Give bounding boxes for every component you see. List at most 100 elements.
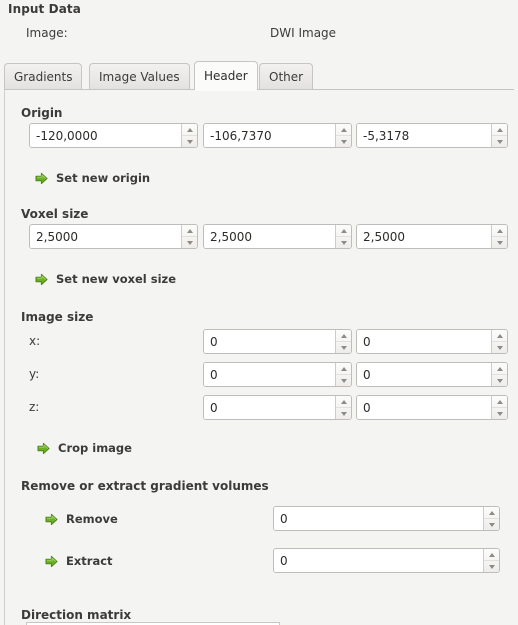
set-new-voxel-size-button[interactable]: Set new voxel size xyxy=(35,270,176,288)
set-new-origin-label: Set new origin xyxy=(56,171,151,185)
spin-down-icon[interactable] xyxy=(336,408,351,419)
spin-down-icon[interactable] xyxy=(492,342,507,353)
remove-gradient-spinbox[interactable]: 0 xyxy=(273,506,500,531)
tab-gradients[interactable]: Gradients xyxy=(4,63,83,89)
origin-y-spinbox[interactable]: -106,7370 xyxy=(203,123,352,148)
image-size-x-from-spinbox[interactable]: 0 xyxy=(203,329,352,354)
origin-y-spin-buttons[interactable] xyxy=(335,124,351,147)
spin-up-icon[interactable] xyxy=(492,225,507,237)
remove-gradient-spin-buttons[interactable] xyxy=(483,507,499,530)
image-size-z-from-value[interactable]: 0 xyxy=(204,396,335,419)
spin-down-icon[interactable] xyxy=(492,375,507,386)
header-tab-panel: Origin -120,0000 -106,7370 -5,3178 Set n… xyxy=(4,89,514,625)
spin-up-icon[interactable] xyxy=(336,124,351,136)
image-size-z-to-spinbox[interactable]: 0 xyxy=(356,395,508,420)
image-size-z-to-spin-buttons[interactable] xyxy=(491,396,507,419)
spin-up-icon[interactable] xyxy=(182,225,197,237)
spin-up-icon[interactable] xyxy=(484,507,499,519)
spin-down-icon[interactable] xyxy=(336,375,351,386)
tab-underline xyxy=(4,89,514,90)
tab-other[interactable]: Other xyxy=(259,63,314,89)
spin-up-icon[interactable] xyxy=(336,396,351,408)
spin-down-icon[interactable] xyxy=(492,408,507,419)
spin-up-icon[interactable] xyxy=(182,124,197,136)
origin-z-spinbox[interactable]: -5,3178 xyxy=(356,123,508,148)
remove-gradient-button[interactable]: Remove xyxy=(45,510,118,528)
crop-image-button[interactable]: Crop image xyxy=(37,439,132,457)
gradient-volumes-group-title: Remove or extract gradient volumes xyxy=(21,479,269,493)
tab-label: Header xyxy=(204,69,248,83)
voxel-size-x-spinbox[interactable]: 2,5000 xyxy=(29,224,198,249)
origin-z-value[interactable]: -5,3178 xyxy=(357,124,491,147)
arrow-right-green-icon xyxy=(35,172,48,184)
spin-up-icon[interactable] xyxy=(336,363,351,375)
tab-header[interactable]: Header xyxy=(194,61,258,91)
spin-down-icon[interactable] xyxy=(182,237,197,248)
image-size-x-label: x: xyxy=(29,334,41,348)
image-size-z-label: z: xyxy=(29,400,40,414)
spin-up-icon[interactable] xyxy=(492,363,507,375)
spin-down-icon[interactable] xyxy=(182,136,197,147)
remove-gradient-value[interactable]: 0 xyxy=(274,507,483,530)
spin-down-icon[interactable] xyxy=(484,561,499,572)
voxel-size-x-value[interactable]: 2,5000 xyxy=(30,225,181,248)
spin-down-icon[interactable] xyxy=(484,519,499,530)
image-size-x-to-value[interactable]: 0 xyxy=(357,330,491,353)
voxel-size-y-spin-buttons[interactable] xyxy=(335,225,351,248)
page-title: Input Data xyxy=(8,2,81,16)
image-size-y-to-spin-buttons[interactable] xyxy=(491,363,507,386)
image-size-y-to-spinbox[interactable]: 0 xyxy=(356,362,508,387)
spin-down-icon[interactable] xyxy=(492,237,507,248)
origin-y-value[interactable]: -106,7370 xyxy=(204,124,335,147)
voxel-size-z-spin-buttons[interactable] xyxy=(491,225,507,248)
spin-down-icon[interactable] xyxy=(336,342,351,353)
voxel-size-x-spin-buttons[interactable] xyxy=(181,225,197,248)
set-new-origin-button[interactable]: Set new origin xyxy=(35,169,150,187)
spin-up-icon[interactable] xyxy=(484,549,499,561)
image-size-z-from-spin-buttons[interactable] xyxy=(335,396,351,419)
spin-up-icon[interactable] xyxy=(492,396,507,408)
spin-down-icon[interactable] xyxy=(492,136,507,147)
image-size-y-from-spinbox[interactable]: 0 xyxy=(203,362,352,387)
voxel-size-z-value[interactable]: 2,5000 xyxy=(357,225,491,248)
tab-label: Image Values xyxy=(99,69,180,84)
image-size-z-to-value[interactable]: 0 xyxy=(357,396,491,419)
image-size-y-from-spin-buttons[interactable] xyxy=(335,363,351,386)
image-size-x-from-value[interactable]: 0 xyxy=(204,330,335,353)
voxel-size-y-spinbox[interactable]: 2,5000 xyxy=(203,224,352,249)
spin-down-icon[interactable] xyxy=(336,237,351,248)
image-size-x-to-spin-buttons[interactable] xyxy=(491,330,507,353)
extract-gradient-button[interactable]: Extract xyxy=(45,552,113,570)
image-size-group-title: Image size xyxy=(21,310,94,324)
image-value: DWI Image xyxy=(270,26,337,40)
crop-image-label: Crop image xyxy=(58,441,132,455)
extract-gradient-spinbox[interactable]: 0 xyxy=(273,548,500,573)
spin-up-icon[interactable] xyxy=(336,330,351,342)
remove-gradient-label: Remove xyxy=(66,512,118,526)
origin-x-value[interactable]: -120,0000 xyxy=(30,124,181,147)
spin-up-icon[interactable] xyxy=(492,124,507,136)
origin-x-spinbox[interactable]: -120,0000 xyxy=(29,123,198,148)
origin-x-spin-buttons[interactable] xyxy=(181,124,197,147)
spin-up-icon[interactable] xyxy=(492,330,507,342)
arrow-right-green-icon xyxy=(45,513,58,525)
extract-gradient-spin-buttons[interactable] xyxy=(483,549,499,572)
origin-group-title: Origin xyxy=(21,106,63,120)
spin-down-icon[interactable] xyxy=(336,136,351,147)
arrow-right-green-icon xyxy=(37,442,50,454)
image-size-y-from-value[interactable]: 0 xyxy=(204,363,335,386)
arrow-right-green-icon xyxy=(45,555,58,567)
spin-up-icon[interactable] xyxy=(336,225,351,237)
image-label: Image: xyxy=(26,26,68,40)
image-size-x-from-spin-buttons[interactable] xyxy=(335,330,351,353)
image-size-y-to-value[interactable]: 0 xyxy=(357,363,491,386)
image-size-x-to-spinbox[interactable]: 0 xyxy=(356,329,508,354)
voxel-size-y-value[interactable]: 2,5000 xyxy=(204,225,335,248)
origin-z-spin-buttons[interactable] xyxy=(491,124,507,147)
direction-matrix-group-title: Direction matrix xyxy=(21,608,132,622)
tab-image-values[interactable]: Image Values xyxy=(89,63,190,89)
tab-label: Gradients xyxy=(14,69,73,84)
extract-gradient-value[interactable]: 0 xyxy=(274,549,483,572)
voxel-size-z-spinbox[interactable]: 2,5000 xyxy=(356,224,508,249)
image-size-z-from-spinbox[interactable]: 0 xyxy=(203,395,352,420)
